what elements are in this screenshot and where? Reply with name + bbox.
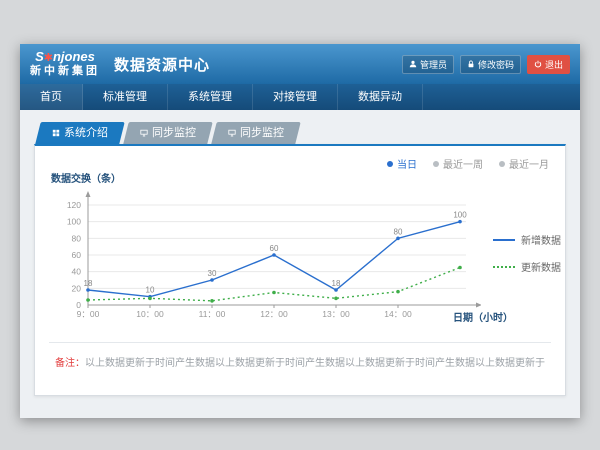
footnote-label: 备注： xyxy=(55,358,85,369)
logo-company: 新中新集团 xyxy=(30,65,100,78)
svg-text:40: 40 xyxy=(72,267,82,277)
radio-dot-icon xyxy=(433,161,439,167)
legend-label: 新增数据 xyxy=(521,232,561,247)
svg-text:12：00: 12：00 xyxy=(260,309,288,319)
logout-label: 退出 xyxy=(545,58,563,71)
svg-text:80: 80 xyxy=(394,227,403,236)
monitor-icon xyxy=(140,129,148,137)
admin-user-button[interactable]: 管理员 xyxy=(402,55,454,74)
change-password-button[interactable]: 修改密码 xyxy=(460,55,521,74)
footnote-text: 以上数据更新于时间产生数据以上数据更新于时间产生数据以上数据更新于时间产生数据以… xyxy=(85,358,545,369)
divider xyxy=(49,342,551,343)
svg-text:120: 120 xyxy=(67,200,81,210)
tab-sync-monitor-2[interactable]: 同步监控 xyxy=(211,122,300,144)
logout-button[interactable]: 退出 xyxy=(527,55,570,74)
admin-user-label: 管理员 xyxy=(420,58,447,71)
tab-label: 同步监控 xyxy=(152,122,196,144)
svg-text:11：00: 11：00 xyxy=(199,309,226,319)
main-nav: 首页 标准管理 系统管理 对接管理 数据异动 xyxy=(20,84,580,110)
tab-label: 系统介绍 xyxy=(64,122,108,144)
logo: S✱njones 新中新集团 xyxy=(30,50,100,78)
svg-text:9：00: 9：00 xyxy=(77,309,100,319)
filter-last-week[interactable]: 最近一周 xyxy=(433,156,483,171)
lock-icon xyxy=(467,60,475,68)
x-axis-title: 日期（小时） xyxy=(453,309,513,324)
chart-area: 0204060801001209：0010：0011：0012：0013：001… xyxy=(45,186,481,341)
svg-text:100: 100 xyxy=(67,217,81,227)
footnote: 备注：以上数据更新于时间产生数据以上数据更新于时间产生数据以上数据更新于时间产生… xyxy=(35,354,565,369)
radio-dot-icon xyxy=(387,161,393,167)
monitor-icon xyxy=(228,129,236,137)
tab-system-intro[interactable]: 系统介绍 xyxy=(35,122,124,144)
app-title: 数据资源中心 xyxy=(114,54,210,75)
nav-item-integration-mgmt[interactable]: 对接管理 xyxy=(253,84,338,110)
tab-bar: 系统介绍 同步监控 同步监控 xyxy=(38,122,580,144)
logo-brand: S✱njones xyxy=(30,50,100,65)
nav-item-data-change[interactable]: 数据异动 xyxy=(338,84,423,110)
legend-label: 更新数据 xyxy=(521,259,561,274)
radio-dot-icon xyxy=(499,161,505,167)
app-header: S✱njones 新中新集团 数据资源中心 管理员 修改密码 退出 xyxy=(20,44,580,84)
content-area: 系统介绍 同步监控 同步监控 当日 最近一周 xyxy=(20,110,580,418)
legend-item-new-data[interactable]: 新增数据 xyxy=(493,232,561,247)
svg-text:13：00: 13：00 xyxy=(322,309,350,319)
svg-text:80: 80 xyxy=(72,233,82,243)
filter-today[interactable]: 当日 xyxy=(387,156,417,171)
page: S✱njones 新中新集团 数据资源中心 管理员 修改密码 退出 首页 标准管… xyxy=(20,44,580,418)
svg-text:20: 20 xyxy=(72,283,82,293)
svg-text:100: 100 xyxy=(453,211,467,220)
tab-sync-monitor-1[interactable]: 同步监控 xyxy=(123,122,212,144)
nav-item-home[interactable]: 首页 xyxy=(20,84,83,110)
svg-text:30: 30 xyxy=(208,269,217,278)
svg-text:10：00: 10：00 xyxy=(136,309,164,319)
svg-text:60: 60 xyxy=(72,250,82,260)
filter-label: 当日 xyxy=(397,156,417,171)
filter-last-month[interactable]: 最近一月 xyxy=(499,156,549,171)
solid-line-icon xyxy=(493,239,515,241)
tab-label: 同步监控 xyxy=(240,122,284,144)
change-password-label: 修改密码 xyxy=(478,58,514,71)
grid-icon xyxy=(52,129,60,137)
power-icon xyxy=(534,60,542,68)
svg-text:14：00: 14：00 xyxy=(384,309,412,319)
filter-label: 最近一周 xyxy=(443,156,483,171)
dotted-line-icon xyxy=(493,266,515,268)
user-icon xyxy=(409,60,417,68)
svg-text:18: 18 xyxy=(84,279,93,288)
time-range-filters: 当日 最近一周 最近一月 xyxy=(387,156,549,171)
nav-item-system-mgmt[interactable]: 系统管理 xyxy=(168,84,253,110)
svg-text:10: 10 xyxy=(146,286,155,295)
series-legend: 新增数据 更新数据 xyxy=(493,232,561,286)
svg-text:60: 60 xyxy=(270,244,279,253)
line-chart: 0204060801001209：0010：0011：0012：0013：001… xyxy=(45,186,481,336)
filter-label: 最近一月 xyxy=(509,156,549,171)
svg-text:18: 18 xyxy=(332,279,341,288)
logo-star-icon: ✱ xyxy=(44,52,53,64)
chart-card: 当日 最近一周 最近一月 数据交换（条） 0204060801001209：00… xyxy=(34,144,566,396)
legend-item-updated-data[interactable]: 更新数据 xyxy=(493,259,561,274)
y-axis-title: 数据交换（条） xyxy=(51,170,121,185)
nav-item-standard-mgmt[interactable]: 标准管理 xyxy=(83,84,168,110)
